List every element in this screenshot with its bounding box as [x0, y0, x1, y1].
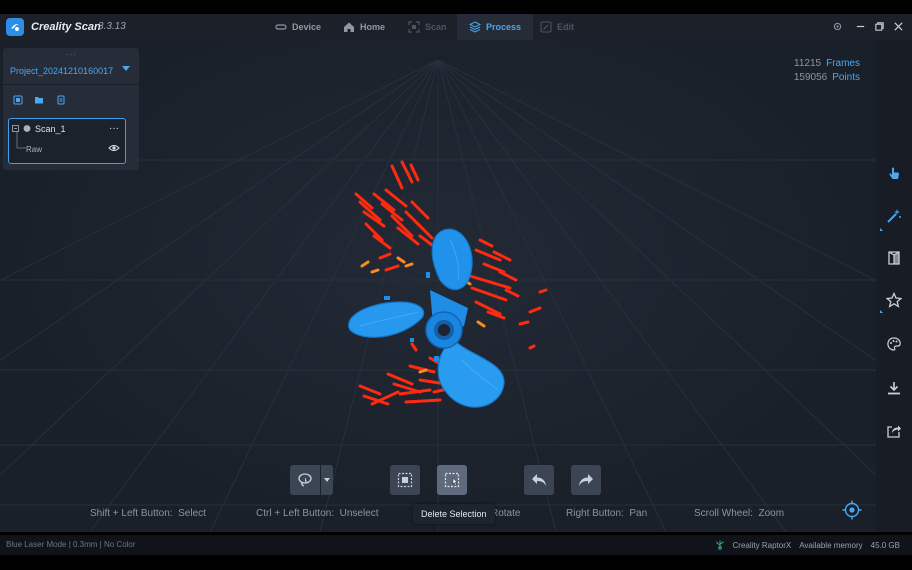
tab-process[interactable]: Process	[457, 14, 534, 40]
star-outline-icon	[886, 292, 902, 308]
restore-button[interactable]	[873, 20, 885, 32]
share-button[interactable]	[884, 421, 904, 441]
close-button[interactable]	[892, 20, 904, 32]
export-button[interactable]	[884, 378, 904, 398]
submenu-marker	[880, 228, 883, 231]
tab-process-label: Process	[486, 22, 522, 32]
hint-rotate: Rotate	[491, 508, 521, 519]
hint-unselect: Ctrl + Left Button: Unselect	[256, 508, 379, 519]
scan-icon	[408, 21, 420, 33]
tab-scan[interactable]: Scan	[408, 14, 447, 40]
share-icon	[887, 425, 901, 438]
fill-holes-button[interactable]	[884, 290, 904, 310]
magic-wand-icon	[887, 209, 901, 223]
undo-icon	[532, 474, 546, 486]
new-project-button[interactable]	[12, 94, 24, 106]
invert-selection-button[interactable]	[390, 465, 420, 495]
device-icon	[275, 24, 287, 30]
gear-icon	[833, 22, 841, 30]
tab-device-label: Device	[292, 22, 322, 32]
submenu-marker-2	[880, 310, 883, 313]
tab-home-label: Home	[360, 22, 386, 32]
frames-stat: 11215 Frames	[794, 57, 860, 71]
scan-name: Scan_1	[35, 124, 66, 134]
points-label: Points	[832, 72, 860, 83]
scan-item[interactable]: Scan_1 ··· Raw	[8, 118, 126, 164]
delete-selection-tooltip: Delete Selection	[413, 504, 495, 524]
texture-button[interactable]	[884, 334, 904, 354]
usb-connected-icon	[716, 540, 724, 550]
tab-edit-label: Edit	[557, 22, 574, 32]
undo-button[interactable]	[524, 465, 554, 495]
redo-icon	[579, 474, 593, 486]
selection-mode-button[interactable]	[290, 465, 320, 495]
redo-button[interactable]	[571, 465, 601, 495]
mesh-icon	[888, 251, 900, 265]
folder-icon	[35, 97, 43, 104]
settings-button[interactable]	[831, 20, 843, 32]
process-icon	[469, 21, 481, 33]
tab-device[interactable]: Device	[275, 14, 321, 40]
selection-mode-dropdown[interactable]	[321, 465, 333, 495]
scan-raw-layer[interactable]: Raw	[26, 145, 42, 154]
right-toolbar	[876, 40, 912, 532]
app-logo	[6, 18, 24, 36]
tab-home[interactable]: Home	[343, 14, 385, 40]
home-icon	[344, 22, 354, 32]
document-button[interactable]	[55, 94, 67, 106]
document-icon	[57, 95, 65, 105]
title-bar: Creality Scan 3.3.13 Device Home Scan Pr…	[0, 14, 912, 40]
select-all-icon	[397, 472, 413, 488]
close-icon	[893, 21, 903, 31]
auto-clean-button[interactable]	[884, 206, 904, 226]
app-title: Creality Scan	[31, 21, 101, 33]
status-bar: Blue Laser Mode | 0.3mm | No Color Creal…	[0, 535, 912, 555]
hint-zoom: Scroll Wheel: Zoom	[694, 508, 785, 519]
scan-more-button[interactable]: ···	[109, 123, 119, 134]
hand-pointer-icon	[889, 167, 899, 179]
tab-scan-label: Scan	[425, 22, 447, 32]
hint-select: Shift + Left Button: Select	[90, 508, 206, 519]
lasso-icon	[298, 473, 312, 487]
minimize-button[interactable]	[854, 20, 866, 32]
project-panel: ··· Project_20241210160017 Scan_1 ··· Ra…	[3, 48, 139, 170]
tab-edit[interactable]: Edit	[540, 14, 574, 40]
mesh-button[interactable]	[884, 248, 904, 268]
reset-view-crosshair-icon[interactable]	[842, 500, 862, 520]
edit-icon	[540, 21, 552, 33]
eye-icon[interactable]	[108, 143, 120, 153]
frames-value: 11215	[794, 58, 822, 69]
points-stat: 159056 Points	[794, 71, 860, 85]
new-icon	[13, 95, 23, 105]
delete-selection-button[interactable]	[437, 465, 467, 495]
device-name: Creality RaptorX	[732, 540, 792, 550]
panel-divider	[3, 84, 139, 85]
scan-mode-status: Blue Laser Mode | 0.3mm | No Color	[6, 540, 136, 549]
scan-stats: 11215 Frames 159056 Points	[794, 57, 860, 85]
app-version: 3.3.13	[98, 21, 126, 32]
points-value: 159056	[793, 72, 828, 83]
memory-value: 45.0 GB	[870, 540, 900, 550]
open-folder-button[interactable]	[33, 94, 45, 106]
panel-drag-handle[interactable]: ···	[66, 50, 77, 59]
restore-icon	[874, 21, 884, 31]
palette-icon	[887, 337, 901, 351]
project-dropdown-icon[interactable]	[122, 66, 130, 71]
frames-label: Frames	[826, 58, 860, 69]
chevron-down-icon	[324, 478, 330, 482]
minimize-icon	[856, 25, 864, 27]
project-name[interactable]: Project_20241210160017	[10, 66, 113, 76]
delete-selection-icon	[444, 472, 460, 488]
manual-select-button[interactable]	[884, 164, 904, 184]
download-icon	[888, 382, 900, 395]
hint-pan: Right Button: Pan	[566, 508, 648, 519]
memory-label: Available memory	[799, 540, 863, 550]
status-right: Creality RaptorX Available memory 45.0 G…	[715, 540, 900, 550]
